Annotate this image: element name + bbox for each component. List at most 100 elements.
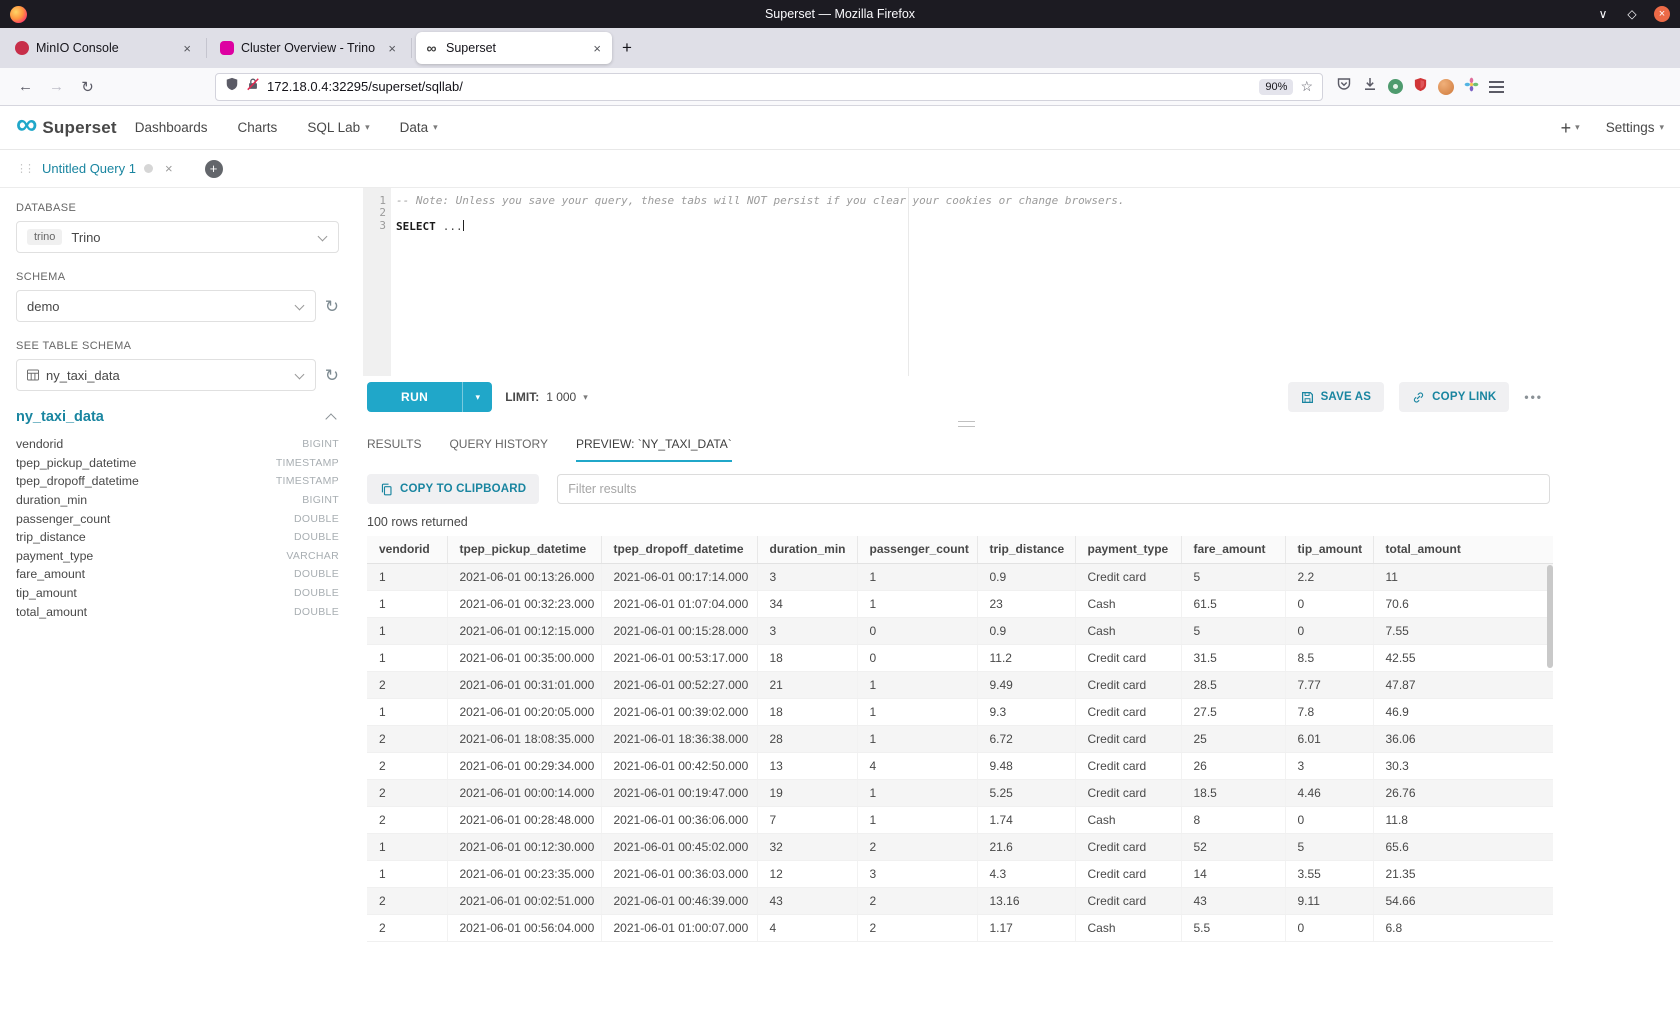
table-row[interactable]: 22021-06-01 18:08:35.0002021-06-01 18:36… <box>367 725 1553 752</box>
table-row[interactable]: 22021-06-01 00:56:04.0002021-06-01 01:00… <box>367 914 1553 941</box>
results-column-header[interactable]: payment_type <box>1075 536 1181 563</box>
table-row[interactable]: 12021-06-01 00:35:00.0002021-06-01 00:53… <box>367 644 1553 671</box>
new-tab-button[interactable]: + <box>612 38 642 58</box>
results-column-header[interactable]: vendorid <box>367 536 447 563</box>
tab-results[interactable]: RESULTS <box>367 429 421 462</box>
results-column-header[interactable]: tpep_pickup_datetime <box>447 536 601 563</box>
results-column-header[interactable]: duration_min <box>757 536 857 563</box>
nav-item-charts[interactable]: Charts <box>238 120 278 135</box>
results-column-header[interactable]: passenger_count <box>857 536 977 563</box>
browser-tab-minio[interactable]: MinIO Console × <box>6 32 202 64</box>
window-maximize-icon[interactable]: ◇ <box>1625 7 1639 21</box>
nav-item-dashboards[interactable]: Dashboards <box>135 120 208 135</box>
line-number: 2 <box>363 207 386 219</box>
results-column-header[interactable]: tpep_dropoff_datetime <box>601 536 757 563</box>
tab-close-icon[interactable]: × <box>180 41 194 56</box>
resize-grip-icon[interactable] <box>958 421 975 427</box>
results-column-header[interactable]: fare_amount <box>1181 536 1285 563</box>
table-cell: 0.9 <box>977 617 1075 644</box>
settings-menu[interactable]: Settings▾ <box>1606 120 1664 135</box>
bookmark-star-icon[interactable]: ☆ <box>1300 78 1313 95</box>
query-tab-close-icon[interactable]: × <box>165 161 173 176</box>
tab-close-icon[interactable]: × <box>385 41 399 56</box>
table-select[interactable]: ny_taxi_data <box>16 359 316 391</box>
insecure-lock-icon[interactable] <box>246 77 260 96</box>
refresh-schema-icon[interactable]: ↻ <box>325 298 339 315</box>
table-cell: Credit card <box>1075 752 1181 779</box>
table-row[interactable]: 12021-06-01 00:20:05.0002021-06-01 00:39… <box>367 698 1553 725</box>
table-row[interactable]: 22021-06-01 00:02:51.0002021-06-01 00:46… <box>367 887 1553 914</box>
run-options-caret[interactable]: ▾ <box>462 382 492 412</box>
table-row[interactable]: 12021-06-01 00:13:26.0002021-06-01 00:17… <box>367 563 1553 590</box>
browser-tab-superset[interactable]: ∞ Superset × <box>416 32 612 64</box>
zoom-level-badge[interactable]: 90% <box>1259 79 1293 95</box>
forward-button[interactable]: → <box>41 78 72 95</box>
schema-select[interactable]: demo <box>16 290 316 322</box>
save-icon <box>1301 391 1314 404</box>
table-row[interactable]: 22021-06-01 00:00:14.0002021-06-01 00:19… <box>367 779 1553 806</box>
filter-results-input[interactable] <box>557 474 1550 504</box>
table-cell: 34 <box>757 590 857 617</box>
tab-close-icon[interactable]: × <box>590 41 604 56</box>
table-cell: Credit card <box>1075 860 1181 887</box>
table-cell: 2 <box>367 806 447 833</box>
account-avatar-icon[interactable] <box>1438 79 1454 95</box>
table-row[interactable]: 12021-06-01 00:12:15.0002021-06-01 00:15… <box>367 617 1553 644</box>
superset-logo[interactable]: ∞ Superset <box>16 115 117 140</box>
save-as-button[interactable]: SAVE AS <box>1288 382 1385 412</box>
downloads-icon[interactable] <box>1362 76 1378 97</box>
table-row[interactable]: 12021-06-01 00:12:30.0002021-06-01 00:45… <box>367 833 1553 860</box>
run-button[interactable]: RUN <box>367 382 462 412</box>
extension-icon[interactable] <box>1388 79 1403 94</box>
table-cell: 2021-06-01 00:35:00.000 <box>447 644 601 671</box>
more-options-icon[interactable]: ••• <box>1524 390 1543 404</box>
new-item-button[interactable]: +▾ <box>1561 119 1580 137</box>
table-row[interactable]: 22021-06-01 00:31:01.0002021-06-01 00:52… <box>367 671 1553 698</box>
results-scrollbar-thumb[interactable] <box>1547 565 1553 668</box>
query-tab-untitled-1[interactable]: ⋮⋮ Untitled Query 1 × <box>12 161 177 176</box>
add-query-tab-button[interactable]: + <box>205 160 223 178</box>
menu-icon[interactable] <box>1489 81 1504 93</box>
back-button[interactable]: ← <box>10 78 41 95</box>
results-column-header[interactable]: tip_amount <box>1285 536 1373 563</box>
database-select[interactable]: trino Trino <box>16 221 339 253</box>
tab-query-history[interactable]: QUERY HISTORY <box>449 429 547 462</box>
database-label: DATABASE <box>16 202 339 214</box>
window-minimize-icon[interactable]: ∨ <box>1596 7 1610 21</box>
table-row[interactable]: 22021-06-01 00:29:34.0002021-06-01 00:42… <box>367 752 1553 779</box>
results-column-header[interactable]: total_amount <box>1373 536 1553 563</box>
copy-link-button[interactable]: COPY LINK <box>1399 382 1509 412</box>
tab-preview-ny-taxi-data[interactable]: PREVIEW: `NY_TAXI_DATA` <box>576 429 732 462</box>
reload-button[interactable]: ↻ <box>72 78 103 96</box>
nav-item-sql-lab[interactable]: SQL Lab▾ <box>307 120 369 135</box>
table-cell: 5.5 <box>1181 914 1285 941</box>
window-close-icon[interactable]: × <box>1654 6 1670 22</box>
drag-handle-icon[interactable]: ⋮⋮ <box>16 162 32 175</box>
table-row[interactable]: 12021-06-01 00:32:23.0002021-06-01 01:07… <box>367 590 1553 617</box>
ublock-shield-icon[interactable] <box>1413 77 1428 97</box>
table-cell: 2021-06-01 00:31:01.000 <box>447 671 601 698</box>
nav-item-data[interactable]: Data▾ <box>400 120 438 135</box>
table-row[interactable]: 22021-06-01 00:28:48.0002021-06-01 00:36… <box>367 806 1553 833</box>
table-row[interactable]: 12021-06-01 00:23:35.0002021-06-01 00:36… <box>367 860 1553 887</box>
table-cell: 26.76 <box>1373 779 1553 806</box>
table-schema-header[interactable]: ny_taxi_data <box>16 409 339 425</box>
caret-down-icon: ▾ <box>583 392 588 403</box>
limit-dropdown[interactable]: LIMIT: 1 000 ▾ <box>505 390 588 404</box>
pane-resize-divider[interactable] <box>363 418 1553 429</box>
url-bar[interactable]: 90% ☆ <box>215 73 1323 101</box>
pocket-icon[interactable] <box>1336 76 1352 97</box>
tracking-shield-icon[interactable] <box>225 77 239 96</box>
pinwheel-extension-icon[interactable] <box>1464 77 1479 97</box>
table-cell: 2021-06-01 00:39:02.000 <box>601 698 757 725</box>
column-type: DOUBLE <box>294 568 339 580</box>
browser-tab-trino[interactable]: Cluster Overview - Trino × <box>211 32 407 64</box>
results-column-header[interactable]: trip_distance <box>977 536 1075 563</box>
sql-editor[interactable]: 1 2 3 -- Note: Unless you save your quer… <box>363 188 1553 376</box>
refresh-tables-icon[interactable]: ↻ <box>325 367 339 384</box>
table-cell: 2021-06-01 00:36:03.000 <box>601 860 757 887</box>
chevron-up-icon[interactable] <box>325 413 336 424</box>
copy-to-clipboard-button[interactable]: COPY TO CLIPBOARD <box>367 474 539 504</box>
url-input[interactable] <box>267 79 1252 94</box>
editor-code-area[interactable]: -- Note: Unless you save your query, the… <box>391 188 1553 376</box>
